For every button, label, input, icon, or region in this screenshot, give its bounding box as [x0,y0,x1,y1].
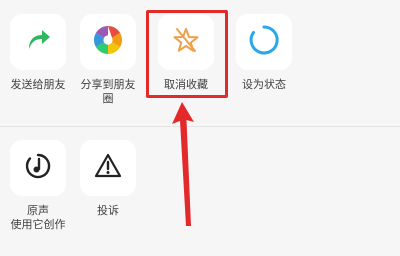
moments-aperture-icon [91,23,125,61]
red-arrow-annotation [172,102,194,226]
cancel-favorite-button[interactable] [158,14,214,70]
share-to-moments-button[interactable] [80,14,136,70]
report-button[interactable] [80,140,136,196]
share-to-moments-label: 分享到朋友 圈 [80,78,136,105]
cancel-favorite-label: 取消收藏 [164,78,208,91]
send-to-friend-button[interactable] [10,14,66,70]
set-as-status-label: 设为状态 [242,78,286,91]
set-as-status-button[interactable] [236,14,292,70]
share-action-sheet: 发送给朋友 分享到朋友 圈 取消收藏 设为状态 原声 使用它创作 投诉 [0,0,400,256]
send-to-friend-label: 发送给朋友 [10,78,66,91]
original-sound-label: 原声 使用它创作 [10,204,66,231]
star-slash-icon [171,25,201,59]
status-ring-icon [248,24,280,60]
original-sound-button[interactable] [10,140,66,196]
warning-triangle-icon [93,151,123,185]
forward-arrow-icon [23,25,53,59]
music-note-icon [23,151,53,185]
report-label: 投诉 [97,204,119,217]
